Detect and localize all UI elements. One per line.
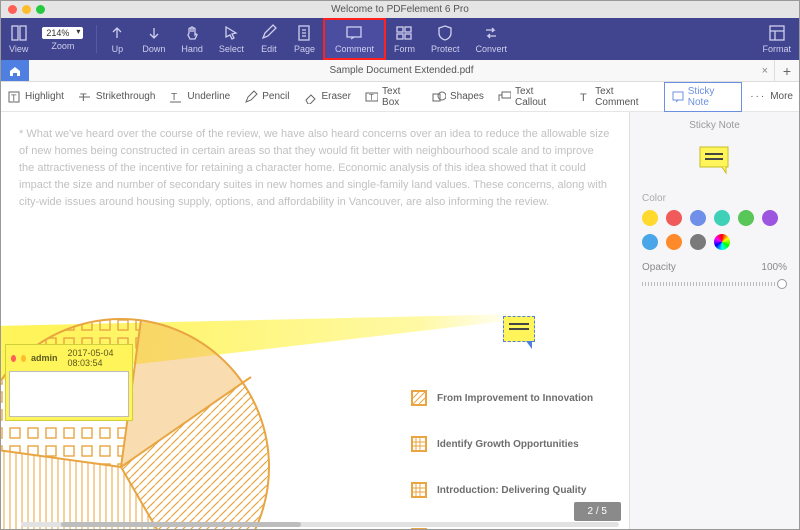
sticky-note-annotation[interactable] xyxy=(503,316,537,346)
down-icon xyxy=(145,24,163,42)
svg-text:T: T xyxy=(11,93,17,103)
protect-button[interactable]: Protect xyxy=(423,18,468,60)
color-swatch[interactable] xyxy=(762,210,778,226)
color-swatch[interactable] xyxy=(714,210,730,226)
view-icon xyxy=(10,24,28,42)
up-button[interactable]: Up xyxy=(100,18,134,60)
legend-item: Introduction: Delivering Quality xyxy=(411,482,593,498)
highlight-button[interactable]: THighlight xyxy=(1,87,70,107)
tab-close-button[interactable]: × xyxy=(762,65,768,77)
strikethrough-button[interactable]: TStrikethrough xyxy=(72,87,161,107)
select-icon xyxy=(222,24,240,42)
convert-icon xyxy=(482,24,500,42)
shapes-button[interactable]: Shapes xyxy=(426,87,490,107)
format-button[interactable]: Format xyxy=(754,18,799,60)
note-author: admin xyxy=(31,353,58,363)
form-icon xyxy=(395,24,413,42)
legend-item: From Improvement to Innovation xyxy=(411,390,593,406)
down-button[interactable]: Down xyxy=(134,18,173,60)
page-indicator: 2 / 5 xyxy=(574,502,621,521)
underline-button[interactable]: TUnderline xyxy=(163,87,236,107)
svg-text:T: T xyxy=(80,92,87,104)
chart-legend: From Improvement to Innovation Identify … xyxy=(411,390,593,529)
tab-title: Sample Document Extended.pdf xyxy=(330,65,474,76)
document-tab[interactable]: Sample Document Extended.pdf × xyxy=(29,60,775,81)
color-swatch[interactable] xyxy=(666,234,682,250)
popup-min-button[interactable] xyxy=(21,355,26,362)
legend-item: Outcomes and Impact xyxy=(411,528,593,529)
panel-title: Sticky Note xyxy=(630,112,799,139)
comment-icon xyxy=(345,24,363,42)
hand-icon xyxy=(183,24,201,42)
up-icon xyxy=(108,24,126,42)
text-callout-button[interactable]: Text Callout xyxy=(492,83,570,111)
horizontal-scrollbar[interactable] xyxy=(21,522,619,527)
color-swatch[interactable] xyxy=(690,210,706,226)
document-viewport[interactable]: * What we've heard over the course of th… xyxy=(1,112,629,529)
home-icon xyxy=(8,65,22,77)
custom-color-swatch[interactable] xyxy=(714,234,730,250)
hand-button[interactable]: Hand xyxy=(173,18,211,60)
pencil-button[interactable]: Pencil xyxy=(238,87,295,107)
popup-close-button[interactable] xyxy=(11,355,16,362)
color-swatch[interactable] xyxy=(738,210,754,226)
edit-icon xyxy=(260,24,278,42)
properties-panel: Sticky Note Color Opacity 100% xyxy=(629,112,799,529)
color-swatch[interactable] xyxy=(642,210,658,226)
protect-icon xyxy=(436,24,454,42)
home-button[interactable] xyxy=(1,60,29,81)
view-button[interactable]: View xyxy=(1,18,36,60)
zoom-label: Zoom xyxy=(51,41,74,51)
window-title: Welcome to PDFelement 6 Pro xyxy=(1,4,799,15)
comment-toolbar: THighlight TStrikethrough TUnderline Pen… xyxy=(1,82,799,112)
svg-text:T: T xyxy=(580,92,587,104)
legend-item: Identify Growth Opportunities xyxy=(411,436,593,452)
page-button[interactable]: Page xyxy=(286,18,323,60)
select-button[interactable]: Select xyxy=(211,18,252,60)
edit-button[interactable]: Edit xyxy=(252,18,286,60)
opacity-label: Opacity xyxy=(642,262,676,273)
svg-text:T: T xyxy=(369,93,374,102)
opacity-value: 100% xyxy=(761,262,787,273)
more-button[interactable]: ···More xyxy=(744,88,799,105)
zoom-select[interactable]: 214% Zoom xyxy=(36,18,93,60)
color-label: Color xyxy=(630,187,799,206)
sticky-note-popup[interactable]: admin 2017-05-04 08:03:54 xyxy=(5,344,133,421)
sticky-preview-icon xyxy=(630,139,799,187)
page-icon xyxy=(295,24,313,42)
view-label: View xyxy=(9,44,28,54)
color-row-1 xyxy=(630,206,799,230)
color-swatch[interactable] xyxy=(666,210,682,226)
color-swatch[interactable] xyxy=(642,234,658,250)
sticky-note-button[interactable]: Sticky Note xyxy=(664,82,743,112)
text-comment-button[interactable]: TText Comment xyxy=(572,83,662,111)
format-icon xyxy=(768,24,786,42)
comment-button[interactable]: Comment xyxy=(323,18,386,60)
new-tab-button[interactable]: + xyxy=(775,60,799,81)
convert-button[interactable]: Convert xyxy=(468,18,516,60)
color-row-2 xyxy=(630,230,799,254)
eraser-button[interactable]: Eraser xyxy=(297,87,356,107)
zoom-value[interactable]: 214% xyxy=(42,27,83,39)
form-button[interactable]: Form xyxy=(386,18,423,60)
window-titlebar: Welcome to PDFelement 6 Pro xyxy=(1,1,799,18)
opacity-slider[interactable] xyxy=(642,279,787,289)
textbox-button[interactable]: TText Box xyxy=(359,83,424,111)
svg-text:T: T xyxy=(171,92,177,103)
color-swatch[interactable] xyxy=(690,234,706,250)
main-toolbar: View 214% Zoom Up Down Hand Select Edit xyxy=(1,18,799,60)
tabstrip: Sample Document Extended.pdf × + xyxy=(1,60,799,82)
note-textarea[interactable] xyxy=(9,371,129,417)
note-timestamp: 2017-05-04 08:03:54 xyxy=(67,348,127,368)
body-paragraph: * What we've heard over the course of th… xyxy=(1,112,629,211)
